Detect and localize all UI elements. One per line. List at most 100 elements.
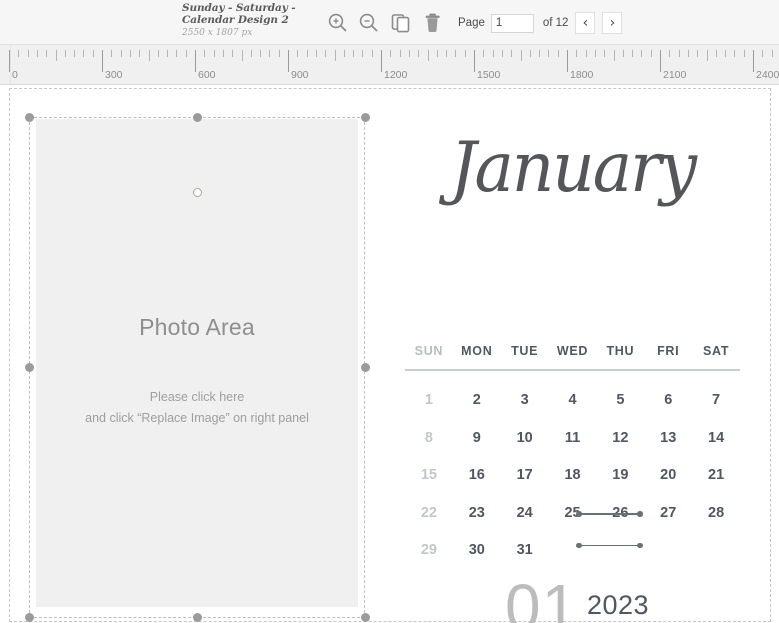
ruler-tick-minor — [167, 50, 169, 57]
ruler-tick-minor — [353, 50, 355, 57]
copy-icon[interactable] — [388, 10, 414, 36]
resize-handle-middle-right[interactable] — [360, 362, 370, 372]
calendar-day-5[interactable]: 5 — [596, 382, 644, 420]
ruler-tick-minor — [678, 50, 680, 57]
ruler-tick-minor — [436, 50, 438, 57]
calendar-day-28[interactable]: 28 — [692, 495, 740, 533]
calendar-day-26[interactable]: 26 — [596, 495, 644, 533]
calendar-day-3[interactable]: 3 — [501, 382, 549, 420]
calendar-day-6[interactable]: 6 — [644, 382, 692, 420]
calendar-day-7[interactable]: 7 — [692, 382, 740, 420]
next-page-button[interactable]: › — [602, 12, 623, 34]
calendar-day-4[interactable]: 4 — [549, 382, 597, 420]
ruler-tick-minor — [269, 50, 271, 57]
page-navigation: Page of 12 ‹ › — [458, 11, 623, 35]
resize-handle-top-right[interactable] — [360, 112, 370, 122]
ruler-tick-minor — [157, 50, 159, 57]
calendar-block[interactable]: January SUN MON TUE WED THU FRI SAT 1234567891… — [395, 116, 750, 586]
ruler-tick-minor — [418, 50, 420, 57]
day-of-week-header-row: SUN MON TUE WED THU FRI SAT — [405, 344, 740, 358]
ruler-tick-minor — [371, 50, 373, 57]
calendar-week-row: 29 30 31 — [405, 532, 740, 570]
ruler-tick-minor — [232, 50, 234, 57]
calendar-day-10[interactable]: 10 — [501, 420, 549, 458]
resize-handle-bottom-center[interactable] — [192, 612, 202, 622]
resize-handle-top-center[interactable] — [192, 112, 202, 122]
ruler-tick-minor — [92, 50, 94, 57]
calendar-week-row: 22 23 24 25 26 27 28 — [405, 495, 740, 533]
ruler-tick-minor — [278, 50, 280, 57]
ruler-tick-minor — [613, 50, 615, 61]
calendar-day-15[interactable]: 15 — [405, 457, 453, 495]
ruler-tick-minor — [185, 50, 187, 57]
calendar-day-12[interactable]: 12 — [596, 420, 644, 458]
calendar-day-18[interactable]: 18 — [549, 457, 597, 495]
prev-page-button[interactable]: ‹ — [575, 12, 596, 34]
resize-handle-middle-left[interactable] — [24, 362, 34, 372]
ruler-tick-minor — [148, 50, 150, 61]
ruler-tick-minor — [74, 50, 76, 57]
calendar-day-30[interactable]: 30 — [453, 532, 501, 570]
calendar-day-8[interactable]: 8 — [405, 420, 453, 458]
calendar-day-13[interactable]: 13 — [644, 420, 692, 458]
ruler-tick-minor — [315, 50, 317, 57]
ruler-tick-minor — [687, 50, 689, 57]
horizontal-ruler[interactable]: 0 300 600 900 1200 1500 1800 2100 2400 — [0, 45, 779, 85]
calendar-day-empty — [596, 532, 644, 570]
day-number-grid[interactable]: 1 2 3 4 5 6 7 8 9 10 11 12 13 14 15 16 17 18 19 20 21 22 23 24 2… — [405, 382, 740, 570]
ruler-tick-label: 1800 — [570, 69, 594, 81]
ruler-tick-minor — [622, 50, 624, 57]
month-name-text[interactable]: January — [395, 113, 750, 222]
ruler-tick-minor — [743, 50, 745, 57]
calendar-day-16[interactable]: 16 — [453, 457, 501, 495]
resize-handle-bottom-right[interactable] — [360, 612, 370, 622]
calendar-week-row: 8 9 10 11 12 13 14 — [405, 420, 740, 458]
calendar-day-11[interactable]: 11 — [549, 420, 597, 458]
calendar-day-9[interactable]: 9 — [453, 420, 501, 458]
calendar-day-20[interactable]: 20 — [644, 457, 692, 495]
page-number-input[interactable] — [490, 13, 534, 33]
ruler-tick-minor — [501, 50, 503, 57]
zoom-out-icon[interactable] — [356, 10, 382, 36]
calendar-day-27[interactable]: 27 — [644, 495, 692, 533]
calendar-day-14[interactable]: 14 — [692, 420, 740, 458]
month-number-text[interactable]: 01 — [505, 572, 578, 623]
calendar-day-17[interactable]: 17 — [501, 457, 549, 495]
photo-hint-line-1: Please click here — [149, 390, 245, 404]
year-text[interactable]: 2023 — [587, 585, 649, 623]
ruler-tick-minor — [511, 50, 513, 57]
trash-icon[interactable] — [420, 10, 446, 36]
rotate-handle[interactable] — [192, 187, 202, 197]
ruler-tick-minor — [408, 50, 410, 57]
ruler-tick-minor — [325, 50, 327, 57]
ruler-tick-minor — [36, 50, 38, 57]
calendar-day-29[interactable]: 29 — [405, 532, 453, 570]
calendar-day-2[interactable]: 2 — [453, 382, 501, 420]
page-total-label: of 12 — [542, 17, 569, 29]
ruler-tick-minor — [585, 50, 587, 57]
resize-handle-top-left[interactable] — [24, 112, 34, 122]
calendar-day-22[interactable]: 22 — [405, 495, 453, 533]
ruler-tick-label: 600 — [198, 69, 216, 81]
calendar-day-empty — [644, 532, 692, 570]
calendar-day-empty — [549, 532, 597, 570]
calendar-day-1[interactable]: 1 — [405, 382, 453, 420]
calendar-day-23[interactable]: 23 — [453, 495, 501, 533]
ruler-tick-label: 1500 — [477, 69, 501, 81]
calendar-day-25[interactable]: 25 — [549, 495, 597, 533]
zoom-in-icon[interactable] — [325, 10, 351, 36]
calendar-day-24[interactable]: 24 — [501, 495, 549, 533]
calendar-day-21[interactable]: 21 — [692, 457, 740, 495]
design-canvas[interactable]: Photo Area Please click here and click “… — [0, 86, 779, 623]
document-dimensions: 2550 x 1807 px — [182, 28, 253, 38]
calendar-day-empty — [692, 532, 740, 570]
resize-handle-bottom-left[interactable] — [24, 612, 34, 622]
ruler-tick-minor — [520, 50, 522, 61]
ruler-tick-minor — [27, 50, 29, 57]
day-header-fri: FRI — [657, 344, 680, 358]
calendar-day-19[interactable]: 19 — [596, 457, 644, 495]
ruler-tick-minor — [446, 50, 448, 57]
ruler-tick-label: 0 — [12, 69, 18, 81]
ruler-tick-minor — [390, 50, 392, 57]
calendar-day-31[interactable]: 31 — [501, 532, 549, 570]
